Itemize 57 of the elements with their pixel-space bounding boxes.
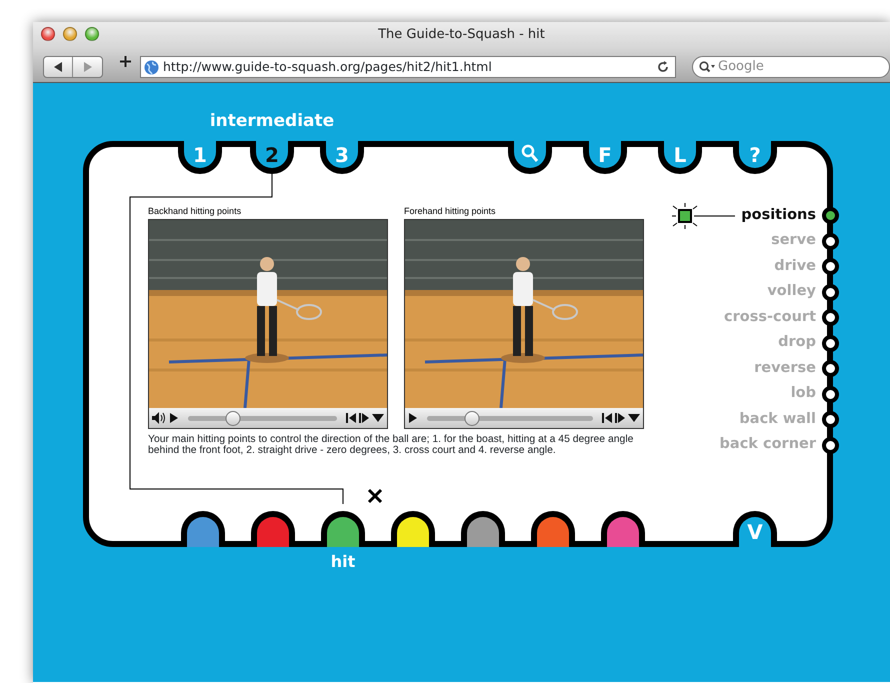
- topic-link[interactable]: drop: [778, 332, 816, 354]
- level-tab[interactable]: 3: [320, 141, 364, 174]
- topic-link[interactable]: back wall: [739, 408, 816, 431]
- topic-link[interactable]: drive: [774, 256, 816, 278]
- play-icon[interactable]: [408, 413, 418, 423]
- next-tab[interactable]: V: [733, 511, 777, 547]
- search-field[interactable]: Google: [692, 56, 890, 78]
- section-tab[interactable]: [391, 511, 435, 547]
- address-field[interactable]: http://www.guide-to-squash.org/pages/hit2/hit1.html: [140, 56, 676, 78]
- play-icon[interactable]: [169, 413, 179, 423]
- description-text: Your main hitting points to control the direction of the ball are; 1. for the boast, hitting at a 45 degree angle behind the front foot, 2. straight drive - zero degrees, 3. cross court and 4. reverse angle.: [148, 435, 634, 456]
- topic-link[interactable]: volley: [767, 281, 816, 304]
- video-caption: Backhand hitting points: [148, 205, 242, 218]
- reload-icon[interactable]: [657, 61, 669, 73]
- section-tab[interactable]: [531, 511, 575, 547]
- step-forward-icon[interactable]: [615, 413, 625, 423]
- level-tab[interactable]: 2: [250, 141, 294, 174]
- video-caption: Forehand hitting points: [404, 205, 497, 218]
- level-title: intermediate: [210, 110, 334, 133]
- section-tab[interactable]: [601, 511, 645, 547]
- topic-link[interactable]: reverse: [754, 358, 816, 380]
- section-tab[interactable]: [181, 511, 225, 547]
- section-tab[interactable]: [251, 511, 295, 547]
- topic-link[interactable]: serve: [771, 230, 816, 252]
- window-title: The Guide-to-Squash - hit: [378, 26, 545, 44]
- close-button[interactable]: [41, 27, 55, 41]
- caret-icon[interactable]: [372, 414, 384, 422]
- section-label: hit: [330, 551, 356, 573]
- topic-link[interactable]: lob: [790, 383, 816, 406]
- forward-icon: [83, 62, 92, 72]
- step-forward-icon[interactable]: [359, 413, 369, 423]
- step-back-icon[interactable]: [602, 413, 612, 423]
- globe-icon: [144, 60, 159, 74]
- step-back-icon[interactable]: [346, 413, 356, 423]
- search-icon: [699, 61, 715, 73]
- topic-link[interactable]: cross-court: [724, 306, 816, 329]
- topic-link[interactable]: back corner: [720, 434, 816, 456]
- minimize-button[interactable]: [63, 27, 77, 41]
- caret-icon[interactable]: [628, 414, 640, 422]
- plus-icon: [120, 56, 131, 67]
- section-tab[interactable]: [321, 511, 365, 547]
- tool-tab[interactable]: L: [658, 141, 702, 174]
- topic-link[interactable]: positions: [741, 204, 816, 227]
- indicator-icon: [671, 202, 736, 230]
- section-tab[interactable]: [461, 511, 505, 547]
- slider-thumb[interactable]: [225, 410, 240, 426]
- url-text: http://www.guide-to-squash.org/pages/hit2/hit1.html: [163, 58, 493, 76]
- slider-thumb[interactable]: [464, 410, 480, 426]
- zoom-button[interactable]: [85, 27, 99, 41]
- search-icon: [521, 144, 539, 164]
- volume-icon[interactable]: [152, 412, 166, 424]
- level-tab[interactable]: 1: [178, 141, 222, 174]
- search-tab[interactable]: [508, 141, 552, 174]
- close-icon[interactable]: [367, 488, 383, 504]
- tool-tab[interactable]: ?: [733, 141, 777, 174]
- tool-tab[interactable]: F: [583, 141, 627, 174]
- back-icon: [54, 62, 62, 72]
